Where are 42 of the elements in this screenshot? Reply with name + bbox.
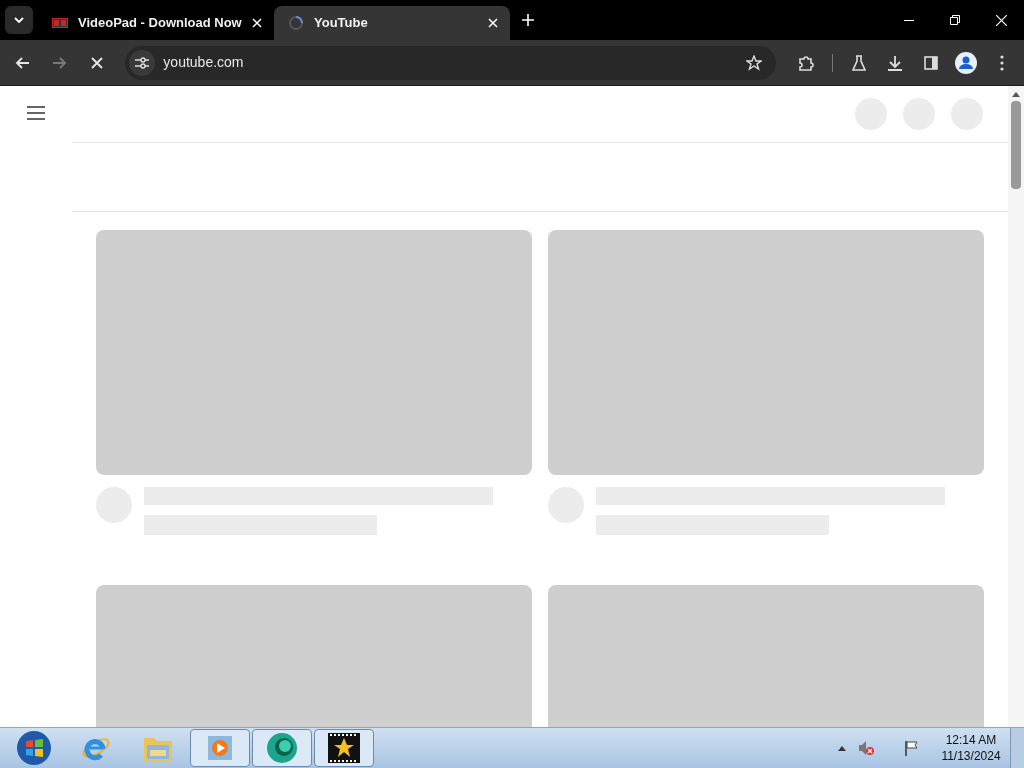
taskbar-button[interactable] <box>252 729 312 767</box>
stop-icon <box>91 56 104 69</box>
close-tab-icon[interactable] <box>252 18 262 28</box>
scrollbar[interactable] <box>1008 86 1024 727</box>
loading-spinner-icon <box>288 15 304 31</box>
taskbar-button[interactable] <box>314 729 374 767</box>
speaker-muted-icon[interactable] <box>858 740 874 756</box>
app-logo-icon <box>52 18 68 28</box>
site-info-icon[interactable] <box>129 49 156 76</box>
close-icon <box>995 14 1007 26</box>
menu-icon[interactable] <box>27 106 45 120</box>
plus-icon <box>522 14 534 26</box>
scroll-up-icon[interactable] <box>1012 91 1020 97</box>
more-icon <box>1000 54 1005 71</box>
download-icon <box>886 54 903 71</box>
tab-title: VideoPad - Download Now <box>78 14 242 33</box>
close-tab-icon[interactable] <box>488 18 498 28</box>
restore-icon <box>950 15 960 25</box>
address-bar[interactable]: youtube.com <box>125 45 777 80</box>
address-text: youtube.com <box>163 53 244 72</box>
app-orb-icon <box>266 732 298 764</box>
bookmark-star-icon[interactable] <box>746 54 763 71</box>
flag-icon[interactable] <box>904 740 920 756</box>
profile-icon <box>955 51 978 74</box>
show-hidden-icons-icon[interactable] <box>838 745 846 751</box>
flask-icon <box>851 54 866 71</box>
browser-tab[interactable]: VideoPad - Download Now <box>38 6 274 40</box>
minimize-icon <box>904 19 914 21</box>
tab-search-button[interactable] <box>5 6 33 34</box>
film-star-icon <box>328 733 360 763</box>
side-panel-icon <box>923 55 938 70</box>
forward-arrow-icon <box>52 56 67 69</box>
media-player-icon <box>207 735 233 761</box>
clock-time: 12:14 AM <box>945 732 997 748</box>
browser-tab[interactable]: YouTube <box>274 6 510 40</box>
start-orb-icon <box>16 730 52 766</box>
clock-date: 11/13/2024 <box>941 748 1001 764</box>
scrollbar-thumb[interactable] <box>1011 101 1021 189</box>
chevron-down-icon <box>14 17 24 23</box>
tab-title: YouTube <box>314 14 369 33</box>
puzzle-icon <box>798 54 815 71</box>
back-arrow-icon <box>14 56 29 69</box>
